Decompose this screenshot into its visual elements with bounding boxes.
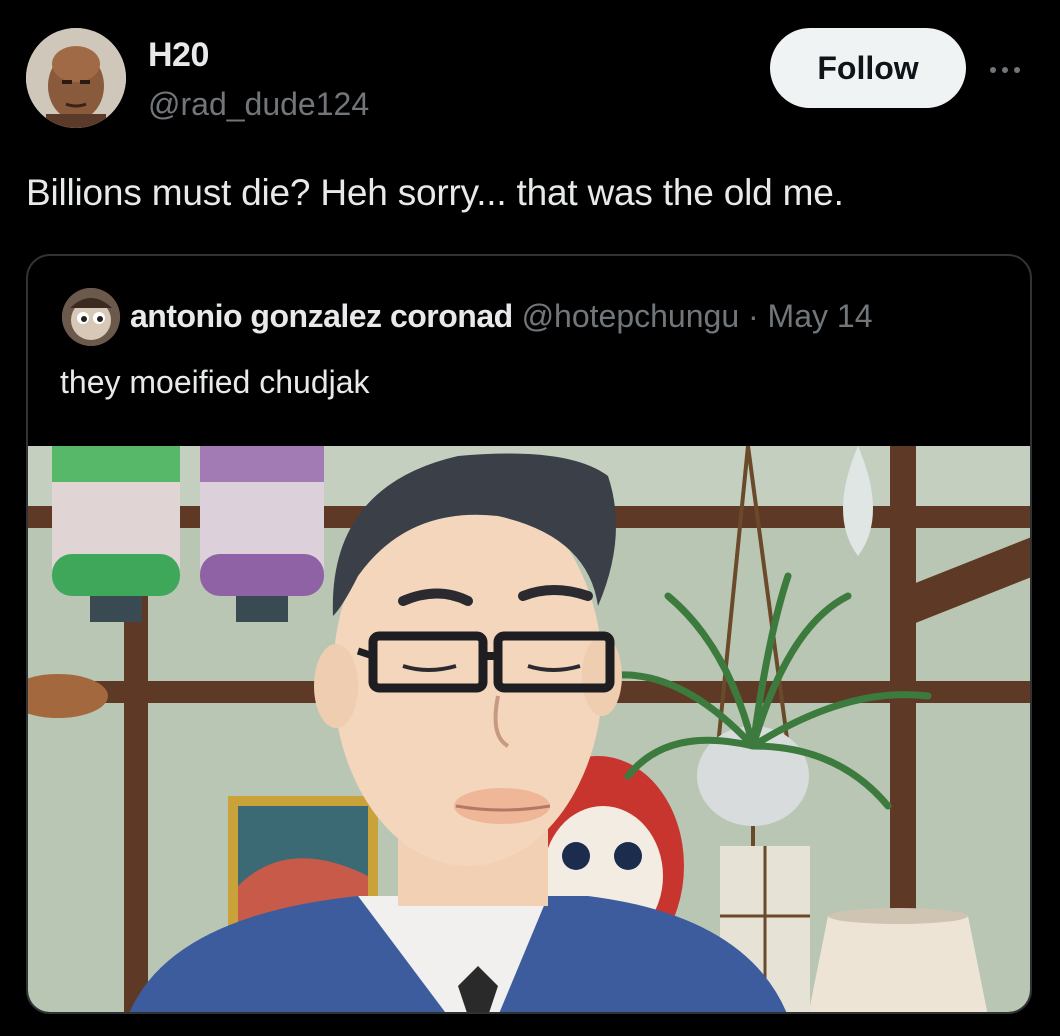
- quoted-handle[interactable]: @hotepchungu: [522, 298, 740, 334]
- quoted-date[interactable]: May 14: [768, 298, 873, 334]
- author-display-name[interactable]: H20: [148, 36, 209, 75]
- author-handle[interactable]: @rad_dude124: [148, 86, 369, 123]
- quoted-text: they moeified chudjak: [60, 364, 370, 400]
- meta-separator: ·: [748, 298, 759, 334]
- quoted-media-image[interactable]: [28, 446, 1030, 1012]
- follow-button[interactable]: Follow: [770, 28, 966, 108]
- quoted-display-name[interactable]: antonio gonzalez coronad: [130, 298, 513, 334]
- more-horizontal-icon[interactable]: [990, 60, 1030, 80]
- author-avatar[interactable]: [26, 28, 126, 128]
- quoted-tweet[interactable]: antonio gonzalez coronad @hotepchungu · …: [26, 254, 1032, 1014]
- quoted-author-avatar: [62, 288, 120, 346]
- tweet-post: H20 @rad_dude124 Follow Billions must di…: [0, 0, 1060, 1036]
- tweet-text: Billions must die? Heh sorry... that was…: [26, 172, 844, 213]
- quoted-header: antonio gonzalez coronad @hotepchungu · …: [130, 298, 872, 335]
